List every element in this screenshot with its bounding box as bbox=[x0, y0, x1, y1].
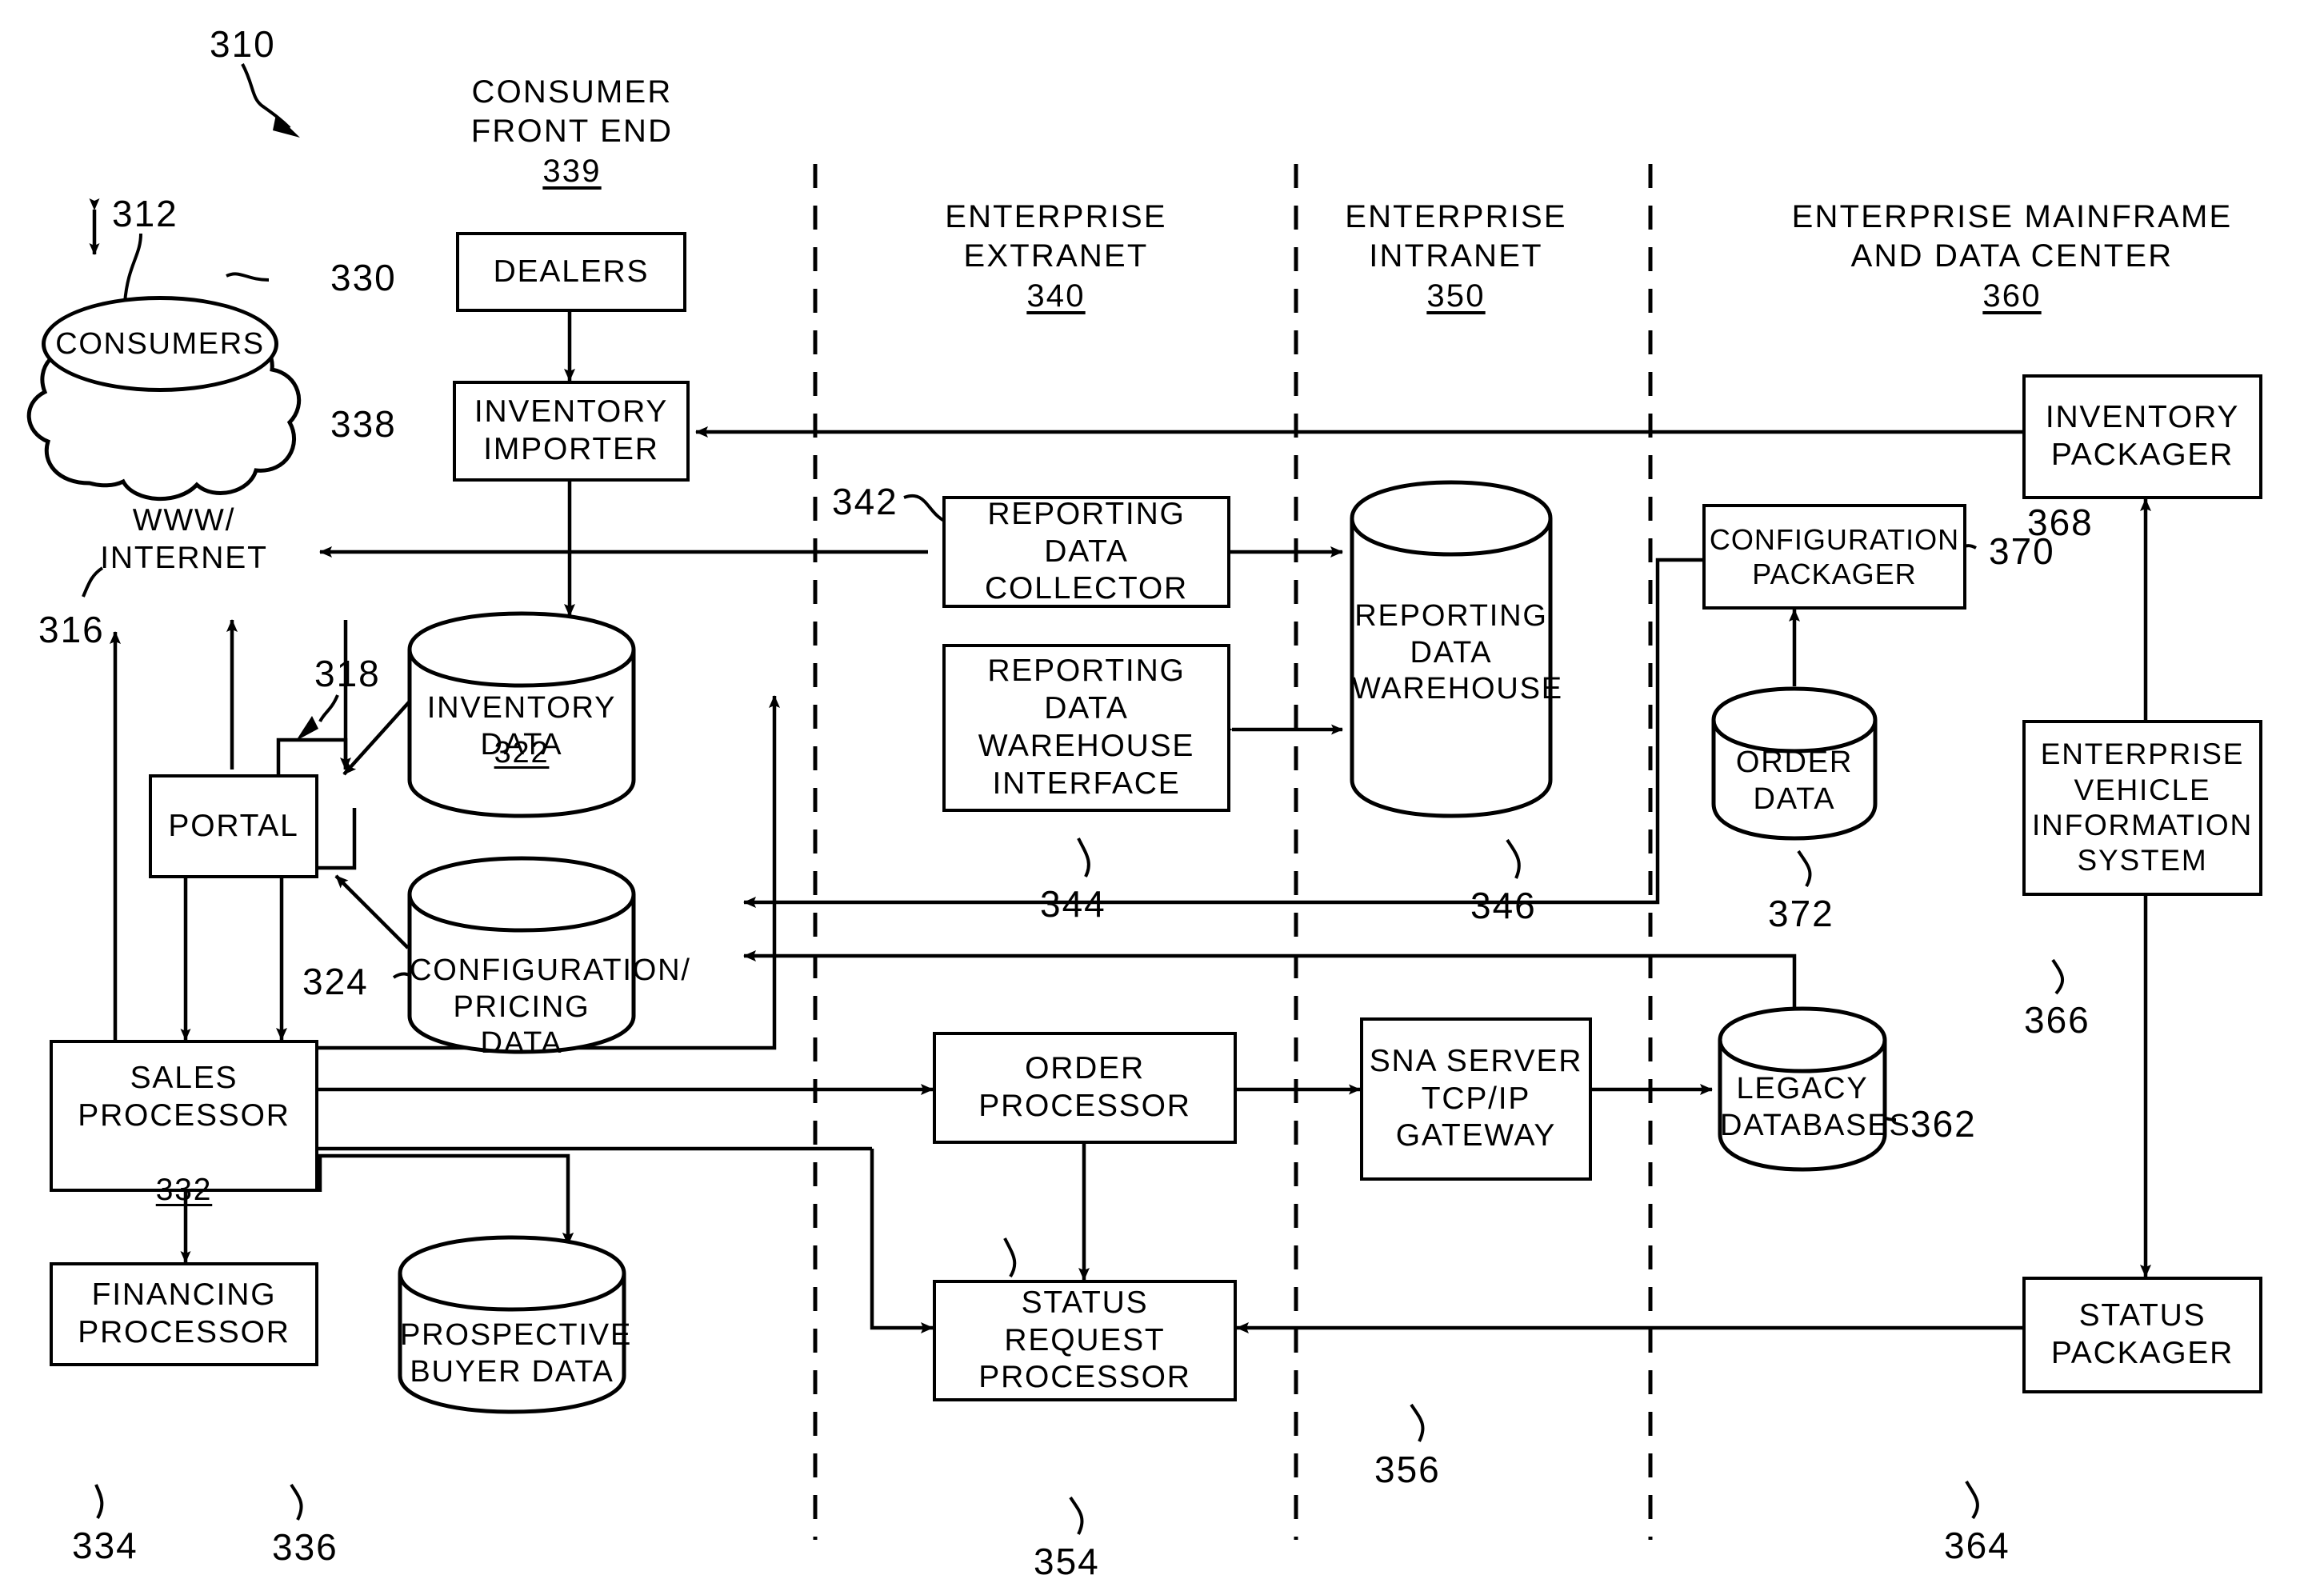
patent-figure-310: CONSUMER FRONT END 339 ENTERPRISE EXTRAN… bbox=[0, 0, 2324, 1583]
ref-316: 316 bbox=[38, 609, 105, 650]
column-title: ENTERPRISE EXTRANET bbox=[945, 198, 1167, 274]
node-consumers[interactable]: CONSUMERS bbox=[42, 296, 278, 392]
node-configuration-pricing-data[interactable]: CONFIGURATION/ PRICING DATA bbox=[410, 858, 690, 1060]
column-header-enterprise-extranet: ENTERPRISE EXTRANET 340 bbox=[912, 158, 1200, 355]
arrow-sales-prospective-buyer-data bbox=[318, 1153, 574, 1245]
node-financing-processor[interactable]: FINANCING PROCESSOR bbox=[50, 1262, 318, 1366]
column-header-enterprise-mainframe: ENTERPRISE MAINFRAME AND DATA CENTER 360 bbox=[1736, 158, 2288, 355]
ref-364: 364 bbox=[1944, 1525, 2010, 1566]
ref-362: 362 bbox=[1910, 1103, 1977, 1145]
ref-324: 324 bbox=[302, 961, 369, 1002]
node-label: FINANCING PROCESSOR bbox=[78, 1277, 290, 1349]
arrow-legacy-config-data bbox=[743, 950, 1797, 1009]
node-label: REPORTING DATA COLLECTOR bbox=[985, 496, 1188, 606]
ref-334: 334 bbox=[72, 1525, 138, 1566]
ref-312: 312 bbox=[112, 193, 178, 234]
node-label: REPORTING DATA WAREHOUSE bbox=[1352, 599, 1563, 706]
node-inventory-packager[interactable]: INVENTORY PACKAGER bbox=[2022, 374, 2262, 499]
arrow-sales-status-request-processor bbox=[870, 1149, 934, 1333]
node-label: PROSPECTIVE BUYER DATA bbox=[400, 1318, 633, 1389]
ref-330: 330 bbox=[330, 257, 397, 298]
node-label: ORDER PROCESSOR bbox=[978, 1051, 1191, 1123]
node-label: SALES PROCESSOR 332 bbox=[78, 1022, 290, 1209]
node-order-data[interactable]: ORDER DATA bbox=[1714, 689, 1875, 838]
column-title: ENTERPRISE INTRANET bbox=[1345, 198, 1567, 274]
node-number: 322 bbox=[494, 736, 550, 770]
node-enterprise-vehicle-information-system[interactable]: ENTERPRISE VEHICLE INFORMATION SYSTEM bbox=[2022, 720, 2262, 896]
column-number: 339 bbox=[542, 154, 602, 190]
node-label: INVENTORY PACKAGER bbox=[2045, 400, 2240, 472]
column-number: 360 bbox=[1982, 278, 2042, 314]
ref-336: 336 bbox=[272, 1526, 338, 1568]
ref-366: 366 bbox=[2024, 999, 2090, 1041]
node-reporting-data-warehouse-interface[interactable]: REPORTING DATA WAREHOUSE INTERFACE bbox=[942, 644, 1230, 812]
node-configuration-packager[interactable]: CONFIGURATION PACKAGER bbox=[1702, 504, 1966, 610]
arrow-inventory-data-portal bbox=[342, 693, 418, 776]
node-status-packager[interactable]: STATUS PACKAGER bbox=[2022, 1277, 2262, 1393]
column-number: 350 bbox=[1426, 278, 1486, 314]
ref-338: 338 bbox=[330, 403, 397, 445]
node-sna-server-gateway[interactable]: SNA SERVER TCP/IP GATEWAY bbox=[1360, 1017, 1592, 1181]
node-sales-processor[interactable]: SALES PROCESSOR 332 bbox=[50, 1040, 318, 1207]
node-status-request-processor[interactable]: STATUS REQUEST PROCESSOR bbox=[933, 1280, 1237, 1401]
ref-370: 370 bbox=[1989, 530, 2055, 572]
column-title: ENTERPRISE MAINFRAME AND DATA CENTER bbox=[1791, 198, 2233, 274]
node-label: CONFIGURATION/ PRICING DATA bbox=[410, 953, 691, 1061]
node-prospective-buyer-data[interactable]: PROSPECTIVE BUYER DATA bbox=[400, 1237, 633, 1412]
ref-346: 346 bbox=[1470, 885, 1537, 926]
ref-344: 344 bbox=[1040, 883, 1106, 925]
node-label: STATUS REQUEST PROCESSOR bbox=[978, 1285, 1191, 1395]
node-label: INVENTORY IMPORTER bbox=[474, 394, 669, 466]
node-portal[interactable]: PORTAL bbox=[149, 774, 318, 878]
node-reporting-data-warehouse[interactable]: REPORTING DATA WAREHOUSE bbox=[1352, 482, 1563, 816]
node-label: LEGACY DATABASES bbox=[1720, 1072, 1911, 1142]
node-label: DEALERS bbox=[493, 254, 650, 289]
ref-310: 310 bbox=[210, 23, 276, 65]
node-label-text: SALES PROCESSOR bbox=[78, 1060, 290, 1133]
ref-372: 372 bbox=[1768, 893, 1834, 934]
ref-342: 342 bbox=[832, 481, 898, 522]
node-label: STATUS PACKAGER bbox=[2050, 1298, 2234, 1370]
node-dealers[interactable]: DEALERS bbox=[456, 232, 686, 312]
ref-318: 318 bbox=[314, 653, 381, 694]
node-internet-label: WWW/ INTERNET bbox=[100, 503, 268, 575]
arrow-config-data-portal bbox=[334, 874, 410, 949]
ref-356: 356 bbox=[1374, 1449, 1441, 1490]
column-header-enterprise-intranet: ENTERPRISE INTRANET 350 bbox=[1312, 158, 1600, 355]
node-inventory-importer[interactable]: INVENTORY IMPORTER bbox=[453, 381, 690, 482]
node-label: CONSUMERS bbox=[55, 326, 265, 361]
node-label: CONFIGURATION PACKAGER bbox=[1709, 522, 1960, 590]
node-label: ORDER DATA bbox=[1735, 746, 1854, 816]
node-label: PORTAL bbox=[168, 808, 299, 843]
node-label: ENTERPRISE VEHICLE INFORMATION SYSTEM bbox=[2031, 738, 2254, 877]
node-inventory-data[interactable]: INVENTORY DATA 322 bbox=[410, 614, 634, 816]
node-order-processor[interactable]: ORDER PROCESSOR bbox=[933, 1032, 1237, 1144]
node-reporting-data-collector[interactable]: REPORTING DATA COLLECTOR bbox=[942, 496, 1230, 608]
column-title: CONSUMER FRONT END bbox=[470, 74, 674, 149]
column-number: 340 bbox=[1026, 278, 1086, 314]
node-number: 332 bbox=[155, 1173, 213, 1208]
node-label: SNA SERVER TCP/IP GATEWAY bbox=[1369, 1043, 1583, 1153]
node-legacy-databases[interactable]: LEGACY DATABASES bbox=[1720, 1009, 1911, 1169]
node-label: REPORTING DATA WAREHOUSE INTERFACE bbox=[978, 654, 1195, 801]
ref-354: 354 bbox=[1034, 1541, 1100, 1582]
column-header-consumer-front-end: CONSUMER FRONT END 339 bbox=[416, 34, 728, 230]
